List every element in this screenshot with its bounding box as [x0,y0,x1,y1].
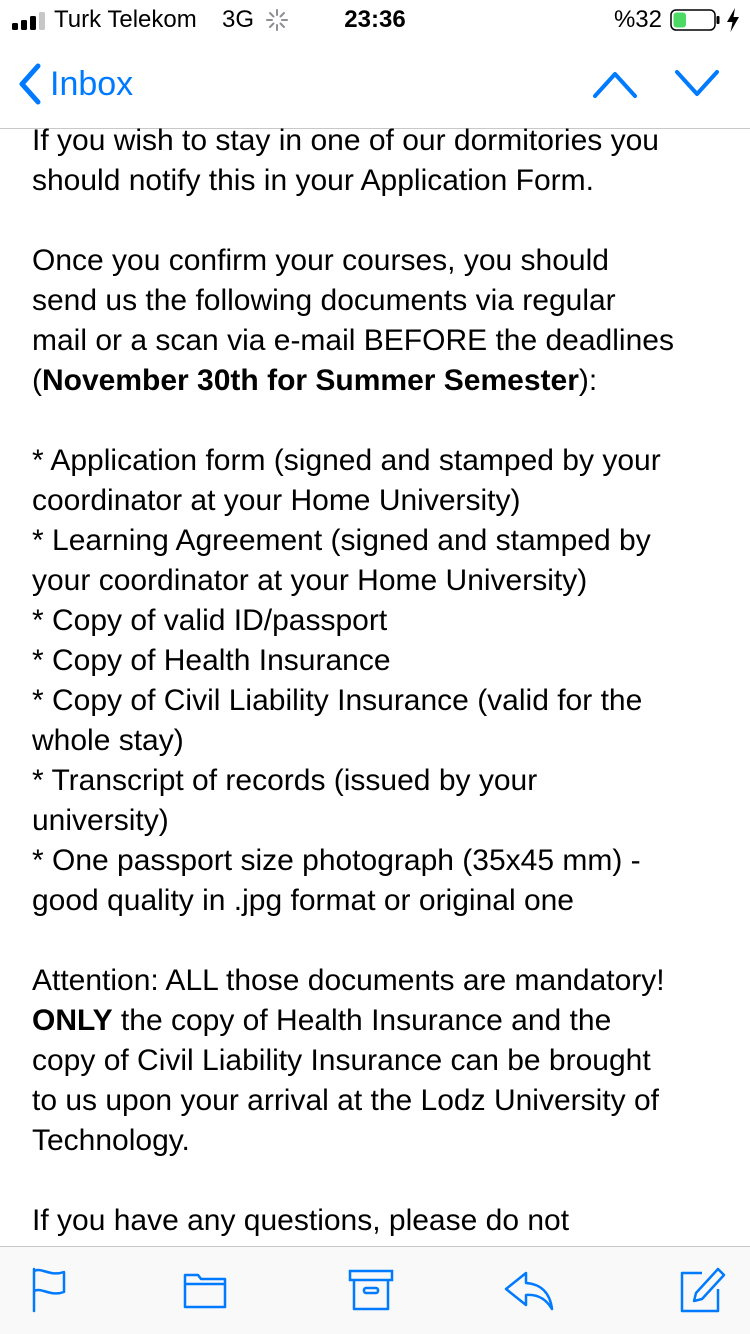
text-line: Attention: ALL those documents are manda… [32,964,665,997]
reply-icon [504,1271,554,1311]
deadline-suffix: ): [578,364,598,397]
list-item: good quality in .jpg format or original … [32,884,574,917]
list-item: your coordinator at your Home University… [32,564,588,597]
documents-list: * Application form (signed and stamped b… [32,441,722,921]
deadline-text: November 30th for Summer Semester [42,364,579,397]
flag-icon [32,1267,66,1313]
deadline-line: (November 30th for Summer Semester): [32,361,722,401]
navigation-bar: Inbox [0,40,750,129]
list-item: * Learning Agreement (signed and stamped… [32,524,651,557]
message-toolbar [0,1246,750,1334]
list-item: * One passport size photograph (35x45 mm… [32,844,641,877]
text-line: send us the following documents via regu… [32,284,616,317]
archive-button[interactable] [346,1265,396,1315]
back-button-label: Inbox [50,64,134,103]
archive-icon [348,1269,394,1311]
list-item: coordinator at your Home University) [32,484,521,517]
closing-paragraph: If you have any questions, please do not [32,1201,722,1241]
list-item: whole stay) [32,724,184,757]
move-to-folder-button[interactable] [180,1265,230,1315]
battery-percentage: %32 [613,6,662,33]
back-to-inbox-button[interactable]: Inbox [14,62,133,106]
folder-icon [183,1273,227,1309]
message-body: If you wish to stay in one of our dormit… [32,121,722,1241]
list-item: university) [32,804,169,837]
list-item: * Copy of Civil Liability Insurance (val… [32,684,643,717]
status-bar: Turk Telekom 3G 23:36 %32 [0,0,750,40]
attention-paragraph: Attention: ALL those documents are manda… [32,961,722,1161]
list-item: * Application form (signed and stamped b… [32,444,661,477]
list-item: * Copy of valid ID/passport [32,604,388,637]
dormitory-paragraph: If you wish to stay in one of our dormit… [32,121,722,201]
list-item: * Copy of Health Insurance [32,644,391,677]
documents-intro-paragraph: Once you confirm your courses, you shoul… [32,241,722,401]
flag-button[interactable] [24,1265,74,1315]
deadline-prefix: ( [32,364,42,397]
only-emphasis: ONLY [32,1004,113,1037]
compose-button[interactable] [676,1265,726,1315]
text-line: to us upon your arrival at the Lodz Univ… [32,1084,659,1117]
text-line: If you wish to stay in one of our dormit… [32,124,659,157]
reply-button[interactable] [504,1265,554,1315]
compose-icon [680,1267,726,1313]
mail-message-screen: Turk Telekom 3G 23:36 %32 Inbox If you w… [0,0,750,1334]
text-line: If you have any questions, please do not [32,1204,570,1237]
text-line: Technology. [32,1124,190,1157]
text-line: copy of Civil Liability Insurance can be… [32,1044,651,1077]
text-line: Once you confirm your courses, you shoul… [32,244,609,277]
text-line: mail or a scan via e-mail BEFORE the dea… [32,324,674,357]
chevron-left-icon [19,63,41,105]
charging-bolt-icon [727,8,739,32]
text-line: ONLY the copy of Health Insurance and th… [32,1001,722,1041]
chevron-down-icon[interactable] [674,62,720,106]
battery-icon [670,9,720,31]
text-fragment: the copy of Health Insurance and the [112,1004,612,1037]
text-line: should notify this in your Application F… [32,164,594,197]
chevron-up-icon[interactable] [592,62,638,106]
list-item: * Transcript of records (issued by your [32,764,538,797]
